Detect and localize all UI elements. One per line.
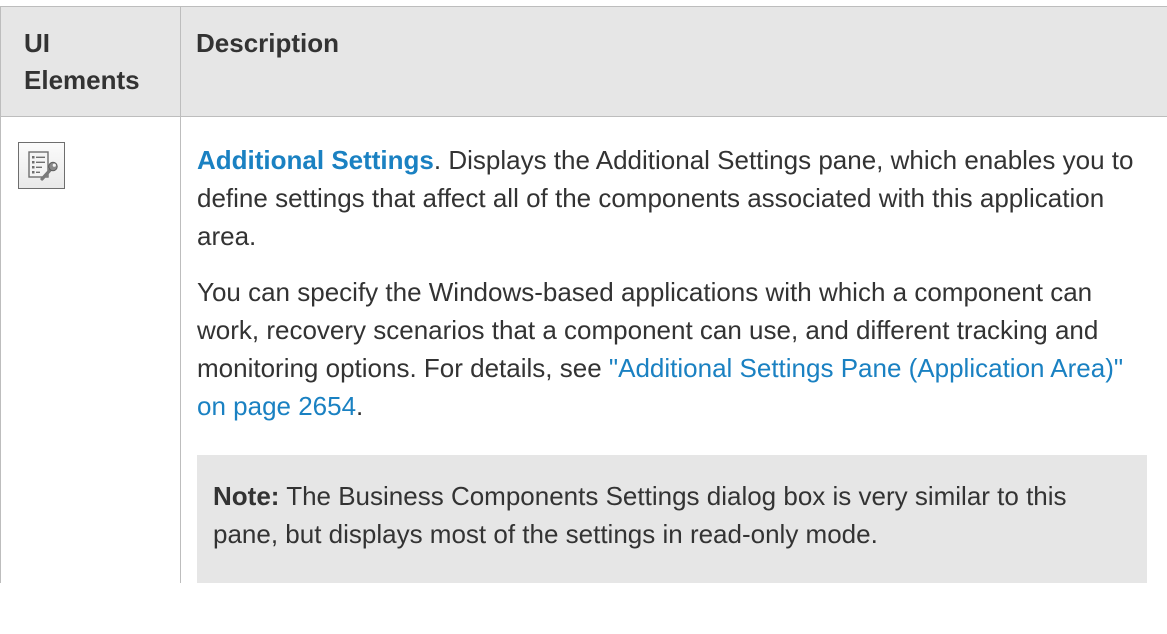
- details-paragraph: You can specify the Windows-based applic…: [197, 273, 1147, 425]
- description-paragraph: Additional Settings. Displays the Additi…: [197, 141, 1147, 255]
- details-end: .: [356, 391, 364, 421]
- term-additional-settings: Additional Settings: [197, 145, 434, 175]
- ui-elements-table: UI Elements Description Additional Setti…: [0, 6, 1167, 583]
- note-label: Note:: [213, 481, 280, 511]
- ui-element-cell: [0, 116, 181, 583]
- description-cell: Additional Settings. Displays the Additi…: [180, 116, 1167, 583]
- note-box: Note: The Business Components Settings d…: [197, 455, 1147, 583]
- table-header-row: UI Elements Description: [0, 6, 1167, 117]
- help-page: UI Elements Description Additional Setti…: [0, 0, 1167, 634]
- note-text: The Business Components Settings dialog …: [213, 481, 1067, 549]
- table-row: Additional Settings. Displays the Additi…: [0, 116, 1167, 583]
- header-description: Description: [180, 6, 1167, 117]
- settings-list-wrench-icon: [18, 142, 65, 189]
- header-ui-elements: UI Elements: [0, 6, 181, 117]
